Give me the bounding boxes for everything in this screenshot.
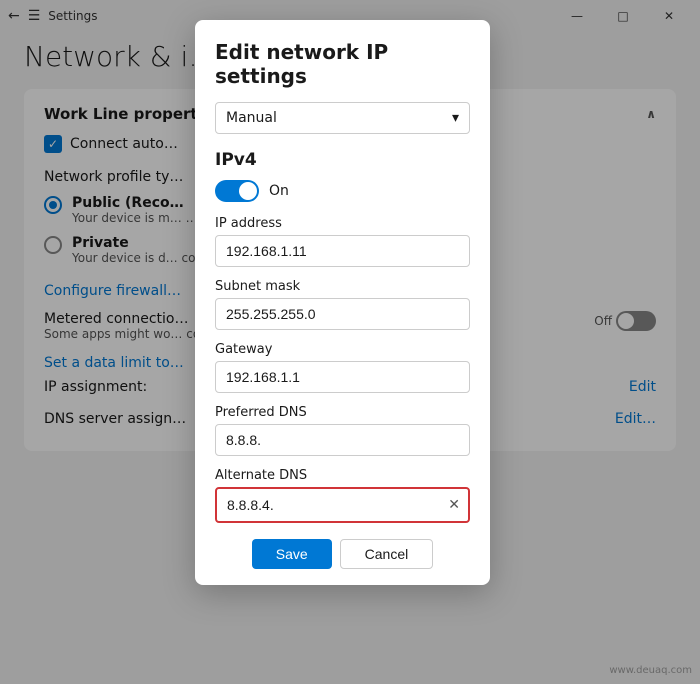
modal-footer: Save Cancel [215,539,470,569]
ip-mode-dropdown[interactable]: Manual ▾ [215,102,470,134]
save-button[interactable]: Save [252,539,332,569]
preferred-dns-label: Preferred DNS [215,405,470,420]
subnet-mask-label: Subnet mask [215,279,470,294]
gateway-label: Gateway [215,342,470,357]
alternate-dns-input[interactable] [217,489,448,521]
ipv4-toggle-row: On [215,180,470,202]
preferred-dns-input[interactable] [215,424,470,456]
preferred-dns-group: Preferred DNS [215,405,470,456]
ipv4-title: IPv4 [215,150,470,170]
alternate-dns-label: Alternate DNS [215,468,470,483]
cancel-button[interactable]: Cancel [340,539,434,569]
alternate-dns-wrapper: ✕ [215,487,470,523]
ip-address-group: IP address [215,216,470,267]
dropdown-chevron-icon: ▾ [452,110,459,126]
ipv4-section: IPv4 On IP address Subnet mask Gateway P… [215,150,470,523]
subnet-mask-group: Subnet mask [215,279,470,330]
modal-title: Edit network IP settings [215,40,470,88]
watermark: www.deuaq.com [609,665,692,676]
gateway-group: Gateway [215,342,470,393]
dropdown-row: Manual ▾ [215,102,470,134]
dropdown-value: Manual [226,110,277,126]
clear-alternate-dns-icon[interactable]: ✕ [448,497,468,513]
subnet-mask-input[interactable] [215,298,470,330]
ip-address-input[interactable] [215,235,470,267]
ipv4-toggle-label: On [269,183,289,199]
gateway-input[interactable] [215,361,470,393]
alternate-dns-group: Alternate DNS ✕ [215,468,470,523]
ipv4-toggle[interactable] [215,180,259,202]
ip-address-label: IP address [215,216,470,231]
edit-network-modal: Edit network IP settings Manual ▾ IPv4 O… [195,20,490,585]
